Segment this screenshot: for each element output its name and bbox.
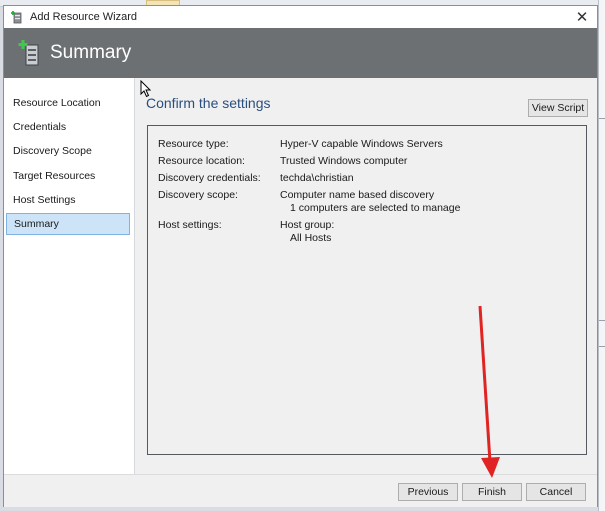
nav-step-discovery-scope[interactable]: Discovery Scope — [6, 140, 130, 162]
background-divider — [599, 118, 605, 119]
settings-summary-panel: Resource type: Hyper-V capable Windows S… — [147, 125, 587, 455]
setting-value: Trusted Windows computer — [280, 155, 408, 167]
wizard-window: Add Resource Wizard ✕ Summary Resource L… — [3, 5, 598, 507]
setting-label: Resource type: — [158, 138, 229, 150]
setting-value: Host group: — [280, 219, 335, 231]
nav-step-resource-location[interactable]: Resource Location — [6, 92, 130, 114]
finish-button[interactable]: Finish — [462, 483, 522, 501]
wizard-banner: Summary — [4, 28, 597, 78]
mouse-cursor-icon — [140, 80, 152, 98]
server-add-icon — [11, 11, 22, 24]
background-app-edge — [598, 0, 605, 511]
setting-detail: 1 computers are selected to manage — [290, 202, 461, 214]
wizard-content: Confirm the settings View Script Resourc… — [135, 78, 597, 474]
title-bar: Add Resource Wizard ✕ — [4, 6, 597, 28]
setting-value: techda\christian — [280, 172, 354, 184]
wizard-footer: Previous Finish Cancel — [4, 474, 597, 507]
wizard-steps-nav: Resource Location Credentials Discovery … — [4, 78, 135, 474]
window-title: Add Resource Wizard — [30, 11, 137, 23]
nav-step-host-settings[interactable]: Host Settings — [6, 189, 130, 211]
background-divider — [599, 346, 605, 347]
setting-label: Discovery credentials: — [158, 172, 261, 184]
setting-value: Computer name based discovery — [280, 189, 435, 201]
setting-detail: All Hosts — [290, 232, 332, 244]
view-script-button[interactable]: View Script — [528, 99, 588, 117]
nav-step-credentials[interactable]: Credentials — [6, 116, 130, 138]
cancel-button[interactable]: Cancel — [526, 483, 586, 501]
setting-value: Hyper-V capable Windows Servers — [280, 138, 443, 150]
nav-step-target-resources[interactable]: Target Resources — [6, 165, 130, 187]
background-divider — [599, 320, 605, 321]
section-heading: Confirm the settings — [146, 95, 271, 111]
setting-label: Resource location: — [158, 155, 245, 167]
previous-button[interactable]: Previous — [398, 483, 458, 501]
setting-label: Discovery scope: — [158, 189, 238, 201]
server-add-icon — [18, 40, 39, 66]
close-icon[interactable]: ✕ — [573, 8, 591, 26]
page-title: Summary — [50, 42, 132, 63]
setting-label: Host settings: — [158, 219, 222, 231]
nav-step-summary[interactable]: Summary — [6, 213, 130, 235]
